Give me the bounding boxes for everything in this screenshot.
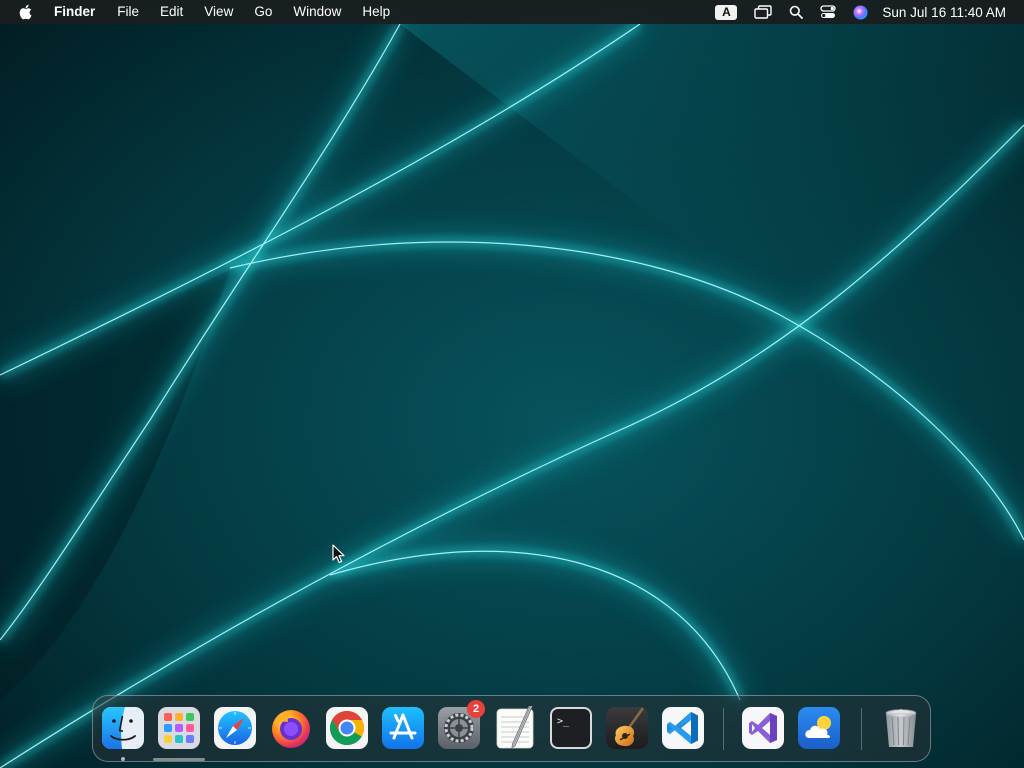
menu-app-name[interactable]: Finder: [54, 0, 95, 24]
menu-go[interactable]: Go: [254, 0, 272, 24]
finder-icon: [102, 707, 144, 749]
dock-visual-studio[interactable]: [741, 706, 785, 750]
chrome-icon: [326, 707, 368, 749]
app-store-icon: [382, 707, 424, 749]
dock: 2 >_: [92, 695, 931, 762]
terminal-icon: >_: [550, 707, 592, 749]
terminal-prompt: >_: [557, 716, 570, 727]
safari-icon: [214, 707, 256, 749]
input-source-icon[interactable]: A: [715, 0, 738, 24]
menu-bar: Finder File Edit View Go Window Help A S…: [0, 0, 1024, 24]
dock-vscode[interactable]: [661, 706, 705, 750]
apple-menu-icon[interactable]: [18, 4, 34, 20]
launchpad-icon: [158, 707, 200, 749]
dock-launchpad[interactable]: [157, 706, 201, 750]
mouse-cursor-icon: [332, 544, 345, 564]
dock-finder[interactable]: [101, 706, 145, 750]
menu-window[interactable]: Window: [293, 0, 341, 24]
input-source-label: A: [715, 4, 738, 20]
menu-edit[interactable]: Edit: [160, 0, 183, 24]
vscode-icon: [662, 707, 704, 749]
dock-terminal[interactable]: >_: [549, 706, 593, 750]
control-center-icon[interactable]: [820, 0, 837, 24]
dock-chrome[interactable]: [325, 706, 369, 750]
wallpaper: [0, 0, 1024, 768]
dock-textedit[interactable]: [493, 706, 537, 750]
dock-garageband[interactable]: [605, 706, 649, 750]
dock-divider-trash: [861, 708, 862, 750]
garageband-icon: [606, 707, 648, 749]
menu-bar-clock[interactable]: Sun Jul 16 11:40 AM: [882, 5, 1006, 20]
textedit-icon: [496, 706, 534, 749]
siri-icon[interactable]: [853, 0, 868, 24]
menu-view[interactable]: View: [204, 0, 233, 24]
weather-icon: [798, 707, 840, 749]
dock-weather[interactable]: [797, 706, 841, 750]
dock-safari[interactable]: [213, 706, 257, 750]
dock-trash[interactable]: [879, 706, 923, 750]
finder-running-indicator: [121, 757, 125, 761]
dock-firefox[interactable]: [269, 706, 313, 750]
dock-magnification-indicator: [153, 758, 205, 761]
menu-file[interactable]: File: [117, 0, 139, 24]
firefox-icon: [272, 710, 310, 748]
menu-help[interactable]: Help: [362, 0, 390, 24]
visual-studio-icon: [742, 707, 784, 749]
desktop[interactable]: Finder File Edit View Go Window Help A S…: [0, 0, 1024, 768]
spotlight-search-icon[interactable]: [789, 0, 804, 24]
screen-mirroring-icon[interactable]: [754, 0, 773, 24]
trash-icon: [885, 709, 917, 747]
menu-bar-left: Finder File Edit View Go Window Help: [0, 0, 411, 24]
dock-divider: [723, 708, 724, 750]
menu-bar-right: A Sun Jul 16 11:40 AM: [698, 0, 1006, 24]
system-settings-badge: 2: [467, 700, 485, 718]
dock-system-settings[interactable]: 2: [437, 700, 485, 750]
dock-app-store[interactable]: [381, 706, 425, 750]
